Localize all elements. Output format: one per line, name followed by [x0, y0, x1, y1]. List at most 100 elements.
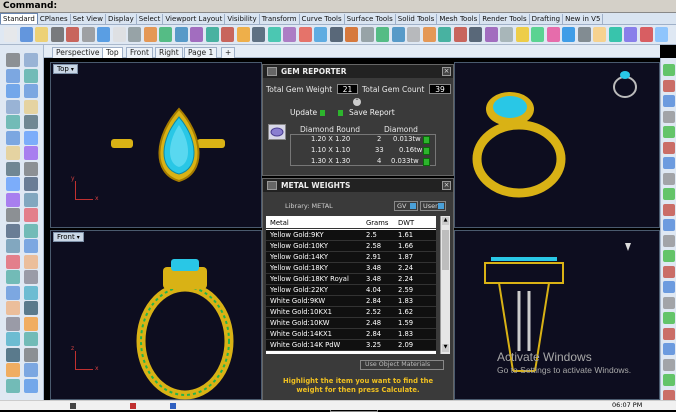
tool-icon[interactable] — [6, 239, 20, 253]
menu-tab-transform[interactable]: Transform — [260, 14, 300, 24]
menu-tab-select[interactable]: Select — [137, 14, 164, 24]
table-row[interactable]: White Gold:14KX1 2.84 1.83 — [266, 329, 436, 340]
update-button[interactable]: Update — [290, 108, 317, 117]
add-tab-button[interactable]: + — [221, 47, 236, 58]
tool-icon[interactable] — [6, 347, 20, 362]
tool-icon[interactable] — [663, 95, 675, 107]
menu-tab-display[interactable]: Display — [106, 14, 137, 24]
menu-tab-set-view[interactable]: Set View — [71, 14, 106, 24]
tool-icon[interactable] — [24, 208, 38, 222]
toolbar-icon[interactable] — [314, 27, 327, 42]
tool-icon[interactable] — [663, 374, 675, 386]
toolbar-icon[interactable] — [35, 27, 48, 42]
toolbar-icon[interactable] — [608, 27, 622, 42]
table-row[interactable]: 1.10 X 1.10 33 0.16tw — [293, 146, 435, 156]
save-report-button[interactable]: Save Report — [349, 108, 395, 117]
toolbar-icon[interactable] — [190, 27, 203, 42]
toolbar-icon[interactable] — [329, 27, 343, 42]
col-dwt-header[interactable]: DWT — [398, 218, 414, 229]
tool-icon[interactable] — [663, 312, 675, 324]
taskbar-app-icon[interactable] — [170, 403, 176, 409]
tool-icon[interactable] — [663, 296, 675, 309]
toolbar-icon[interactable] — [252, 27, 265, 42]
toolbar-icon[interactable] — [159, 27, 172, 42]
toolbar-icon[interactable] — [391, 27, 405, 42]
menu-tab-solid-tools[interactable]: Solid Tools — [396, 14, 438, 24]
command-bar[interactable]: Command: — [0, 0, 676, 13]
table-row[interactable]: Yellow Gold:10KY 2.58 1.66 — [266, 241, 436, 252]
menu-tab-mesh-tools[interactable]: Mesh Tools — [437, 14, 481, 24]
tool-icon[interactable] — [6, 161, 20, 176]
table-row[interactable]: Yellow Gold:14KY 2.91 1.87 — [266, 252, 436, 263]
tab-top[interactable]: Top — [102, 47, 123, 58]
select-row-button[interactable] — [423, 158, 430, 166]
tool-icon[interactable] — [6, 68, 20, 83]
tool-icon[interactable] — [24, 146, 38, 160]
toolbar-icon[interactable] — [422, 27, 436, 42]
toolbar-icon[interactable] — [143, 27, 157, 42]
tool-icon[interactable] — [663, 126, 675, 138]
tool-icon[interactable] — [24, 239, 38, 253]
tool-icon[interactable] — [24, 192, 38, 207]
tool-icon[interactable] — [24, 84, 38, 98]
menu-tab-surface-tools[interactable]: Surface Tools — [345, 14, 396, 24]
menu-tab-render-tools[interactable]: Render Tools — [480, 14, 530, 24]
tool-icon[interactable] — [24, 68, 38, 83]
toolbar-icon[interactable] — [624, 27, 637, 42]
menu-tab-drafting[interactable]: Drafting — [530, 14, 564, 24]
toolbar-icon[interactable] — [205, 27, 219, 42]
tool-icon[interactable] — [24, 254, 38, 269]
toolbar-icon[interactable] — [267, 27, 281, 42]
close-icon[interactable]: × — [442, 181, 451, 190]
toolbar-icon[interactable] — [562, 27, 575, 42]
table-row[interactable]: Yellow Gold:18KY Royal 3.48 2.24 — [266, 274, 436, 285]
tool-icon[interactable] — [6, 332, 20, 346]
tool-icon[interactable] — [24, 99, 38, 114]
toolbar-icon[interactable] — [438, 27, 451, 42]
tool-icon[interactable] — [6, 53, 20, 67]
tool-icon[interactable] — [663, 110, 675, 123]
tool-icon[interactable] — [24, 130, 38, 145]
tool-icon[interactable] — [6, 115, 20, 129]
tool-icon[interactable] — [6, 378, 20, 393]
tool-icon[interactable] — [663, 234, 675, 247]
tool-icon[interactable] — [24, 301, 38, 315]
viewport-perspective[interactable] — [454, 62, 660, 228]
toolbar-icon[interactable] — [128, 27, 141, 42]
tool-icon[interactable] — [6, 84, 20, 98]
tool-icon[interactable] — [6, 99, 20, 114]
tool-icon[interactable] — [663, 343, 675, 355]
toolbar-icon[interactable] — [376, 27, 389, 42]
toolbar-icon[interactable] — [407, 27, 420, 42]
toolbar-icon[interactable] — [283, 27, 296, 42]
tool-icon[interactable] — [663, 172, 675, 185]
tool-icon[interactable] — [6, 363, 20, 377]
tool-icon[interactable] — [24, 161, 38, 176]
toolbar-icon[interactable] — [500, 27, 513, 42]
toolbar-icon[interactable] — [19, 27, 33, 42]
tool-icon[interactable] — [663, 358, 675, 371]
tool-icon[interactable] — [663, 265, 675, 278]
toolbar-icon[interactable] — [221, 27, 234, 42]
tool-icon[interactable] — [24, 363, 38, 377]
tool-icon[interactable] — [24, 347, 38, 362]
toolbar-icon[interactable] — [112, 27, 126, 42]
tool-icon[interactable] — [24, 285, 38, 300]
toolbar-icon[interactable] — [4, 27, 17, 42]
table-row[interactable]: 1.30 X 1.30 4 0.033tw — [293, 157, 435, 167]
tool-icon[interactable] — [663, 64, 675, 76]
tab-perspective[interactable]: Perspective — [52, 47, 104, 58]
toolbar-icon[interactable] — [546, 27, 560, 42]
tool-icon[interactable] — [6, 270, 20, 284]
tool-icon[interactable] — [663, 157, 675, 169]
menu-tab-viewport-layout[interactable]: Viewport Layout — [163, 14, 226, 24]
tool-icon[interactable] — [6, 192, 20, 207]
metal-table-scrollbar[interactable]: ▲ ▼ — [440, 216, 450, 354]
toolbar-icon[interactable] — [298, 27, 312, 42]
scroll-thumb[interactable] — [442, 230, 449, 270]
viewport-top[interactable]: Top ▾ y x — [50, 62, 262, 228]
tool-icon[interactable] — [24, 53, 38, 67]
toolbar-icon[interactable] — [236, 27, 250, 42]
tool-icon[interactable] — [24, 223, 38, 238]
tool-icon[interactable] — [24, 316, 38, 331]
